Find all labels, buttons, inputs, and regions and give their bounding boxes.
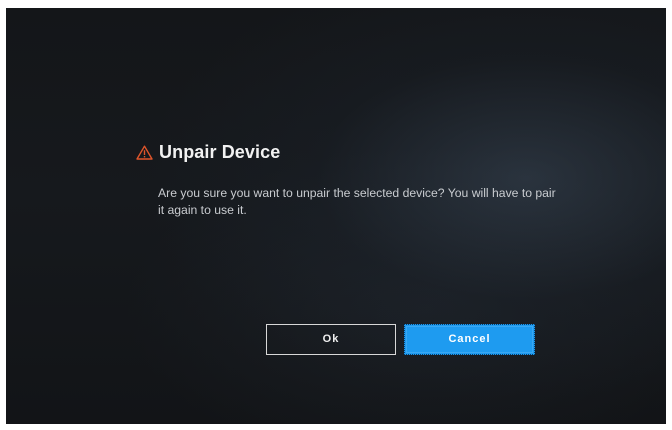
- dialog-message: Are you sure you want to unpair the sele…: [158, 186, 556, 217]
- dialog-header: Unpair Device: [136, 140, 280, 164]
- ok-button[interactable]: Ok: [266, 324, 396, 355]
- dialog-title: Unpair Device: [159, 141, 281, 162]
- unpair-device-dialog: Unpair Device Are you sure you want to u…: [6, 8, 666, 424]
- app-screen: Unpair Device Are you sure you want to u…: [6, 8, 666, 424]
- warning-triangle-icon: [136, 145, 153, 160]
- cancel-button[interactable]: Cancel: [404, 324, 535, 355]
